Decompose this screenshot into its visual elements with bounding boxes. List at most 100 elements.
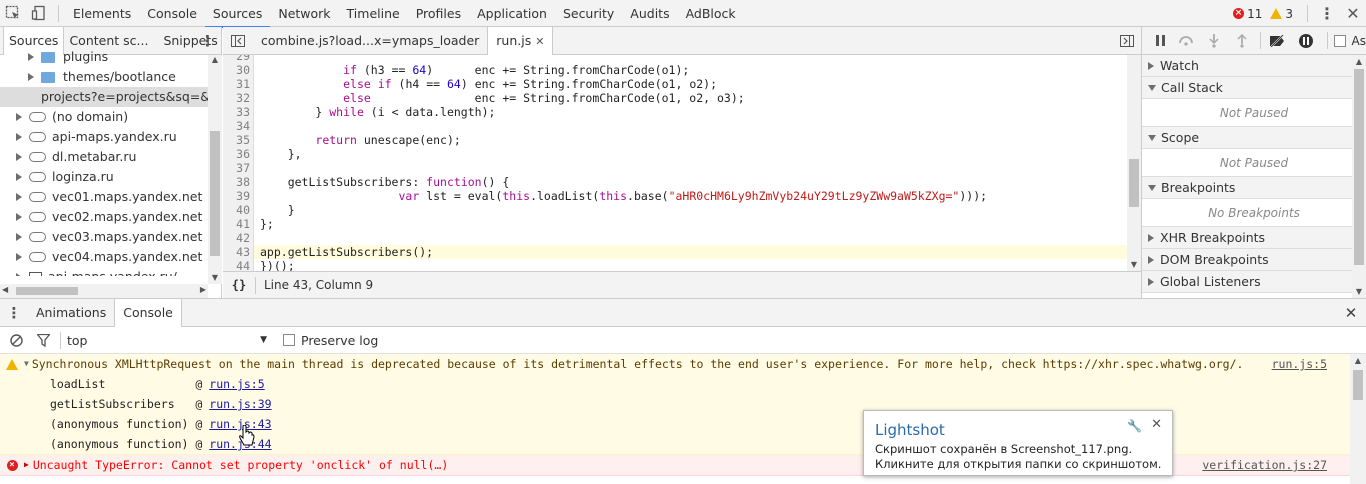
navigator-horizontal-scrollbar[interactable]: ◀ ▶ [0,284,208,298]
expand-arrow-icon[interactable] [16,253,22,261]
tab-timeline[interactable]: Timeline [339,0,408,27]
console-vertical-scrollbar[interactable]: ▲ [1350,354,1366,484]
tree-item[interactable]: themes/bootlance [0,67,208,87]
expand-triangle-icon[interactable]: ▼ [24,354,29,374]
code-line[interactable]: 44})(); [223,259,1127,271]
step-into-icon[interactable] [1200,33,1228,48]
tree-item[interactable]: plugins [0,47,208,67]
pretty-print-icon[interactable]: {} [223,278,255,292]
section-call-stack[interactable]: Call Stack [1142,77,1366,99]
code-line[interactable]: 31 else if (h4 == 64) enc += String.from… [223,77,1127,91]
close-tab-icon[interactable]: ✕ [535,35,544,48]
preserve-log-checkbox[interactable] [283,334,295,346]
warning-count-badge[interactable]: 3 [1270,7,1301,21]
tab-profiles[interactable]: Profiles [408,0,469,27]
code-line[interactable]: 42 [223,231,1127,245]
line-number[interactable]: 34 [223,119,254,133]
section-breakpoints[interactable]: Breakpoints [1142,177,1366,199]
inspect-element-icon[interactable] [0,0,26,27]
editor-tab-run-js[interactable]: run.js ✕ [487,26,554,55]
close-drawer-icon[interactable]: ✕ [1336,304,1366,322]
code-line[interactable]: 32 else enc += String.fromCharCode(o1, o… [223,91,1127,105]
toggle-navigator-icon[interactable] [223,27,253,55]
scroll-thumb[interactable] [1354,69,1364,265]
code-line[interactable]: 39 var lst = eval(this.loadList(this.bas… [223,189,1127,203]
line-number[interactable]: 37 [223,161,254,175]
device-mode-icon[interactable] [26,0,52,27]
line-number[interactable]: 29 [223,55,254,63]
scroll-thumb[interactable] [210,131,220,256]
line-number[interactable]: 30 [223,63,254,77]
code-vertical-scrollbar[interactable]: ▼ [1127,55,1141,271]
line-number[interactable]: 33 [223,105,254,119]
line-number[interactable]: 43 [223,245,254,259]
line-number[interactable]: 42 [223,231,254,245]
warning-header[interactable]: ▼ Synchronous XMLHttpRequest on the main… [0,354,1350,374]
expand-arrow-icon[interactable] [16,233,22,241]
clear-console-icon[interactable] [0,333,32,347]
code-line[interactable]: 38 getListSubscribers: function() { [223,175,1127,189]
scroll-thumb[interactable] [1129,159,1139,207]
tab-sources[interactable]: Sources [204,0,271,28]
section-xhr-breakpoints[interactable]: XHR Breakpoints [1142,227,1366,249]
section-global-listeners[interactable]: Global Listeners [1142,271,1366,293]
toggle-debugger-icon[interactable] [1113,27,1141,55]
tab-console[interactable]: Console [139,0,205,27]
section-scope[interactable]: Scope [1142,127,1366,149]
tab-adblock[interactable]: AdBlock [678,0,744,27]
tree-item[interactable]: api-maps.yandex.ru/ [0,267,208,276]
scroll-thumb[interactable] [16,287,78,295]
tab-console[interactable]: Console [114,298,182,327]
expand-arrow-icon[interactable] [16,153,22,161]
line-number[interactable]: 39 [223,189,254,203]
tree-item[interactable]: api-maps.yandex.ru [0,127,208,147]
stack-source-link[interactable]: run.js:39 [209,397,271,411]
expand-triangle-icon[interactable]: ▶ [24,455,29,475]
lightshot-notification[interactable]: Lightshot 🔧 ✕ Скриншот сохранён в Screen… [863,410,1173,476]
expand-arrow-icon[interactable] [28,73,34,81]
code-line[interactable]: 41}; [223,217,1127,231]
line-number[interactable]: 44 [223,259,254,271]
tree-item[interactable]: vec03.maps.yandex.net [0,227,208,247]
code-line[interactable]: 30 if (h3 == 64) enc += String.fromCharC… [223,63,1127,77]
code-line[interactable]: 35 return unescape(enc); [223,133,1127,147]
tree-item[interactable]: vec02.maps.yandex.net [0,207,208,227]
code-line[interactable]: 34 [223,119,1127,133]
line-number[interactable]: 32 [223,91,254,105]
warning-source-link[interactable]: run.js:5 [1272,354,1327,374]
expand-arrow-icon[interactable] [16,173,22,181]
line-number[interactable]: 41 [223,217,254,231]
tab-application[interactable]: Application [469,0,555,27]
code-line[interactable]: 29 [223,55,1127,63]
tree-item[interactable]: loginza.ru [0,167,208,187]
tree-item[interactable]: vec04.maps.yandex.net [0,247,208,267]
async-checkbox[interactable] [1333,34,1346,47]
editor-tab-combine[interactable]: combine.js?load...x=ymaps_loader [253,27,487,55]
line-number[interactable]: 40 [223,203,254,217]
tab-network[interactable]: Network [270,0,338,27]
context-selector[interactable]: top ▼ [67,333,267,348]
expand-arrow-icon[interactable] [28,53,34,61]
expand-arrow-icon[interactable] [16,133,22,141]
line-number[interactable]: 36 [223,147,254,161]
line-number[interactable]: 31 [223,77,254,91]
tree-item[interactable]: (no domain) [0,107,208,127]
drawer-menu-icon[interactable]: ⋮ [0,304,28,322]
expand-arrow-icon[interactable] [16,273,22,276]
tree-item[interactable]: projects?e=projects&sq=&c [0,87,208,107]
code-line[interactable]: 36 }, [223,147,1127,161]
tree-item[interactable]: vec01.maps.yandex.net [0,187,208,207]
pause-on-exceptions-icon[interactable] [1291,33,1321,49]
scroll-thumb[interactable] [1353,370,1363,400]
tab-security[interactable]: Security [555,0,622,27]
more-menu-icon[interactable]: ⋮ [1314,0,1340,27]
close-devtools-icon[interactable]: ✕ [1340,0,1366,27]
line-number[interactable]: 35 [223,133,254,147]
code-line[interactable]: 40 } [223,203,1127,217]
section-dom-breakpoints[interactable]: DOM Breakpoints [1142,249,1366,271]
error-count-badge[interactable]: × 11 [1233,7,1270,21]
tab-animations[interactable]: Animations [28,299,114,327]
filter-icon[interactable] [32,333,54,347]
code-line[interactable]: 43 app.getListSubscribers(); [223,245,1127,259]
stack-source-link[interactable]: run.js:5 [209,377,264,391]
